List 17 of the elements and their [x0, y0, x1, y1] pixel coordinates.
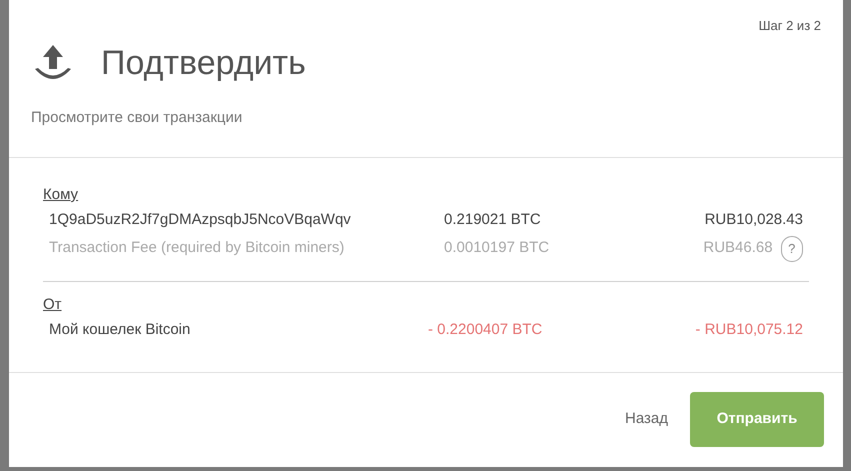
back-button[interactable]: Назад — [625, 408, 668, 430]
dialog-subtitle: Просмотрите свои транзакции — [31, 108, 244, 128]
step-indicator: Шаг 2 из 2 — [758, 17, 821, 35]
section-heading: Кому — [43, 185, 80, 205]
transaction-amount: - 0.2200407 BTC — [428, 320, 542, 338]
transaction-label: 1Q9aD5uzR2Jf7gDMAzpsqbJ5NcoVBqaWqv — [49, 211, 351, 228]
send-button[interactable]: Отправить — [690, 392, 824, 446]
transaction-fiat: RUB46.68 — [702, 238, 773, 258]
transaction-fiat: - RUB10,075.12 — [694, 320, 803, 340]
transaction-fiat: RUB10,028.43 — [704, 210, 803, 230]
transaction-amount: 0.219021 BTC — [444, 211, 541, 228]
transaction-label: Transaction Fee (required by Bitcoin miners) — [49, 239, 344, 256]
transaction-amount: 0.0010197 BTC — [444, 239, 550, 256]
help-button[interactable]: ? — [780, 236, 803, 262]
transaction-label: Мой кошелек Bitcoin — [49, 320, 190, 338]
section-heading: От — [43, 294, 63, 314]
dialog-title: Подтвердить — [101, 42, 306, 84]
